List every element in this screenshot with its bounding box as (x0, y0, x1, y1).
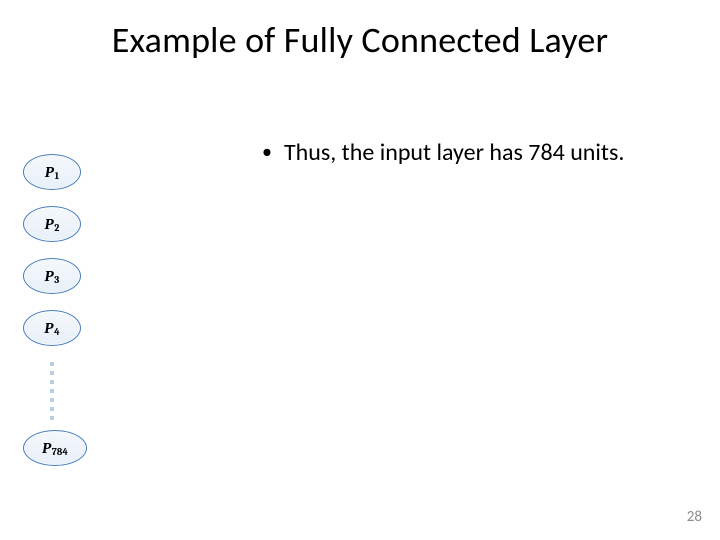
ellipsis-dots (50, 362, 87, 420)
unit-var: P (44, 319, 53, 337)
bullet-item: • Thus, the input layer has 784 units. (262, 138, 624, 167)
bullet-marker: • (262, 138, 272, 166)
unit-sub: 1 (55, 170, 60, 182)
dot-icon (50, 362, 54, 366)
unit-var: P (45, 215, 54, 233)
unit-var: P (45, 267, 54, 285)
input-layer-diagram: P1 P2 P3 P4 P784 (23, 154, 87, 466)
slide-title: Example of Fully Connected Layer (0, 18, 720, 62)
unit-var: P (45, 163, 54, 181)
page-number: 28 (687, 508, 702, 526)
unit-node: P4 (23, 310, 81, 346)
dot-icon (50, 380, 54, 384)
unit-sub: 784 (52, 446, 68, 458)
unit-node: P784 (23, 430, 87, 466)
slide: Example of Fully Connected Layer • Thus,… (0, 0, 720, 540)
unit-var: P (42, 439, 51, 457)
dot-icon (50, 407, 54, 411)
unit-sub: 2 (54, 222, 59, 234)
dot-icon (50, 371, 54, 375)
unit-node: P3 (23, 258, 81, 294)
unit-node: P2 (23, 206, 81, 242)
dot-icon (50, 398, 54, 402)
unit-sub: 3 (54, 274, 59, 286)
bullet-text: Thus, the input layer has 784 units. (284, 138, 624, 167)
unit-sub: 4 (54, 326, 60, 338)
dot-icon (50, 389, 54, 393)
unit-node: P1 (23, 154, 81, 190)
dot-icon (50, 416, 54, 420)
